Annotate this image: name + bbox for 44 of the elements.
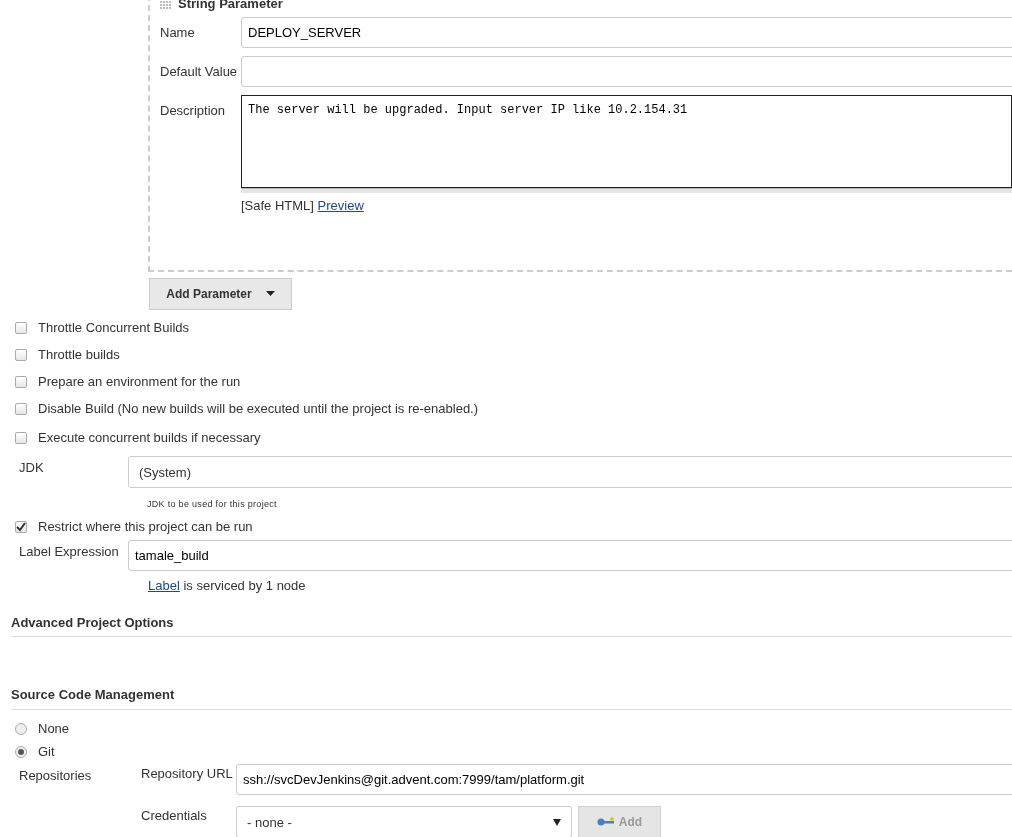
resize-handle[interactable] [241, 188, 1012, 193]
field-label: Name [160, 24, 196, 42]
option-label: Execute concurrent builds if necessary [38, 429, 261, 448]
section-heading: Source Code Management [11, 685, 1012, 710]
field-label: Label Expression [18, 543, 120, 561]
caret-icon [553, 817, 561, 826]
checkbox[interactable] [15, 349, 27, 361]
field-label: Credentials [141, 806, 208, 825]
field-label: Repositories [18, 766, 93, 785]
description-field[interactable]: The server will be upgraded. Input server IP like 10.2.154.31 [241, 95, 1012, 188]
node-count-text: is serviced by 1 node [183, 578, 306, 593]
key-icon [596, 816, 615, 827]
jdk-select[interactable]: (System) [128, 455, 1012, 488]
radio-label: Git [38, 743, 55, 762]
checkbox[interactable] [15, 322, 27, 334]
label-link[interactable]: Label [148, 578, 180, 593]
checkbox[interactable] [15, 376, 27, 388]
radio-button[interactable] [15, 746, 27, 758]
checkbox[interactable] [15, 403, 27, 415]
credentials-select[interactable]: - none - [236, 805, 572, 837]
hint-text: JDK to be used for this project [147, 497, 278, 511]
field-label: Description [160, 102, 227, 120]
empty-field[interactable] [241, 56, 1012, 87]
label-expression-field[interactable]: tamale_build [128, 540, 1012, 571]
format-note: [Safe HTML] [241, 198, 314, 213]
field-label: Repository URL [141, 764, 234, 783]
option-label: Restrict where this project can be run [38, 517, 253, 536]
option-label: Throttle builds [38, 346, 120, 365]
option-label: Throttle Concurrent Builds [38, 319, 189, 338]
checkbox[interactable] [15, 432, 27, 444]
section-heading: Advanced Project Options [11, 612, 1012, 637]
caret-icon [265, 291, 275, 296]
option-label: Prepare an environment for the run [38, 373, 241, 392]
preview-link[interactable]: Preview [317, 198, 364, 213]
add-parameter-button[interactable]: Add Parameter [149, 277, 292, 310]
radio-label: None [38, 720, 70, 739]
field-label: JDK [18, 458, 45, 477]
checkbox[interactable] [15, 520, 27, 533]
option-label: Disable Build (No new builds will be executed until the project is re-enabled.) [38, 400, 479, 419]
text-field[interactable]: DEPLOY_SERVER [241, 17, 1012, 48]
repository-url-field[interactable]: ssh://svcDevJenkins@git.advent.com:7999/tam/platform.git [236, 763, 1012, 795]
drag-handle-icon[interactable] [160, 0, 172, 10]
field-label: Default Value [160, 63, 239, 81]
radio-button[interactable] [15, 723, 27, 735]
